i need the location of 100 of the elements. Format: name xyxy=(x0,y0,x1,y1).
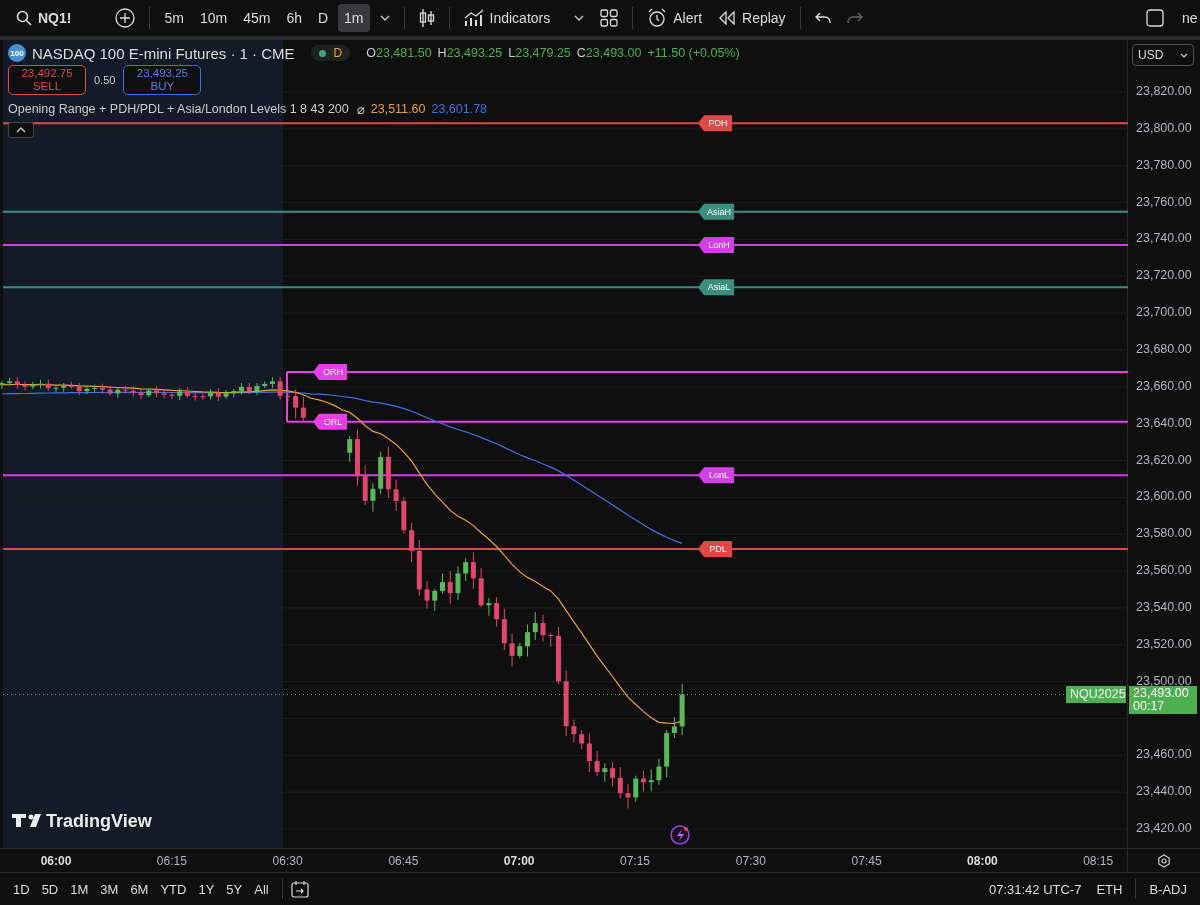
candle xyxy=(432,588,438,612)
interval-tab[interactable]: 6h xyxy=(280,4,308,32)
interval-tab[interactable]: D xyxy=(311,4,335,32)
price-label: 23,420.00 xyxy=(1136,821,1192,835)
time-label: 06:00 xyxy=(39,854,73,868)
sell-button[interactable]: 23,492.75 SELL xyxy=(8,65,86,95)
candle xyxy=(285,391,291,402)
indicator-name[interactable]: Opening Range + PDH/PDL + Asia/London Levels 1 8 43 200 xyxy=(8,102,349,117)
price-label: 23,700.00 xyxy=(1136,305,1192,320)
interval-tab[interactable]: 1m xyxy=(338,4,370,32)
candle xyxy=(633,775,639,803)
price-label: 23,520.00 xyxy=(1136,636,1192,651)
time-label: 06:30 xyxy=(271,854,304,868)
range-button[interactable]: 1D xyxy=(8,878,35,900)
level-tag: AsiaL xyxy=(698,279,734,296)
candle xyxy=(223,389,229,400)
candle xyxy=(246,382,252,395)
price-label: 23,680.00 xyxy=(1136,341,1192,356)
candle xyxy=(76,382,82,396)
level-tag: AsiaH xyxy=(698,203,734,220)
candle xyxy=(625,783,631,809)
session-label: D xyxy=(333,46,343,60)
time-label: 07:45 xyxy=(850,854,883,868)
time-label: 08:00 xyxy=(966,854,999,868)
range-button[interactable]: 5D xyxy=(36,878,64,900)
range-button[interactable]: 1M xyxy=(65,878,94,900)
ohlc-value: C23,493.00 xyxy=(576,46,642,60)
session-button[interactable]: ETH xyxy=(1091,878,1128,900)
candle xyxy=(563,670,569,737)
price-label: 23,580.00 xyxy=(1136,526,1192,541)
search-icon[interactable] xyxy=(16,10,32,26)
level-tag: LonL xyxy=(698,467,734,484)
range-button[interactable]: 1Y xyxy=(193,878,220,900)
range-button[interactable]: 6M xyxy=(125,878,154,900)
candle xyxy=(509,633,515,668)
candle xyxy=(401,496,407,534)
price-label: 23,460.00 xyxy=(1136,747,1192,762)
price-label: 23,440.00 xyxy=(1136,784,1192,799)
ohlc-value: O23,481.50 xyxy=(366,46,432,60)
symbol-title[interactable]: NASDAQ 100 E-mini Futures · 1 · CME xyxy=(32,44,295,62)
add-symbol-icon[interactable] xyxy=(115,8,136,28)
price-label: 23,640.00 xyxy=(1136,415,1192,430)
interval-tab[interactable]: 45m xyxy=(237,4,277,32)
candle xyxy=(0,380,5,390)
candle xyxy=(370,482,376,513)
candle xyxy=(571,719,577,744)
indicator-symbol: ⌀ xyxy=(356,102,365,117)
range-button[interactable]: 3M xyxy=(95,878,124,900)
time-label: 07:00 xyxy=(502,854,536,868)
candle xyxy=(231,388,237,398)
candle xyxy=(200,393,206,401)
buy-button[interactable]: 23,493.25 BUY xyxy=(123,65,202,95)
candle xyxy=(169,391,175,400)
caret-icon[interactable] xyxy=(574,15,585,21)
level-tag: LonH xyxy=(698,236,734,253)
adjustment-button[interactable]: B-ADJ xyxy=(1144,878,1192,900)
time-label: 06:45 xyxy=(387,854,420,868)
clock-time[interactable]: 07:31:42 UTC-7 xyxy=(988,881,1082,897)
candle xyxy=(540,614,546,642)
calendar-icon[interactable] xyxy=(290,880,309,898)
rewind-icon xyxy=(718,11,737,25)
replay-button[interactable]: Replay xyxy=(712,4,792,32)
alert-button[interactable]: Alert xyxy=(641,4,709,32)
symbol-name[interactable]: NQ1! xyxy=(38,10,72,26)
candle xyxy=(239,382,244,395)
candle xyxy=(656,758,662,786)
candlestick-icon[interactable] xyxy=(418,8,435,28)
account-name[interactable]: ne xyxy=(1182,10,1200,26)
layout-grid-icon[interactable] xyxy=(600,9,619,27)
currency-dropdown[interactable]: USD xyxy=(1132,44,1194,66)
status-dot-icon xyxy=(318,49,326,57)
ohlc-value: H23,493.25 xyxy=(437,46,503,60)
caret-icon xyxy=(1180,52,1188,58)
price-label: 23,620.00 xyxy=(1136,452,1192,467)
interval-tab[interactable]: 10m xyxy=(193,4,234,32)
price-label: 23,800.00 xyxy=(1136,120,1192,135)
candle xyxy=(362,465,368,506)
settings-icon[interactable] xyxy=(1157,853,1171,868)
candle xyxy=(254,382,260,396)
price-label: 23,720.00 xyxy=(1136,268,1192,283)
range-button[interactable]: 5Y xyxy=(221,878,248,900)
candle xyxy=(602,762,608,783)
indicators-button[interactable]: Indicators xyxy=(457,4,557,32)
collapse-button[interactable] xyxy=(8,122,34,138)
candle xyxy=(594,750,600,777)
range-button[interactable]: YTD xyxy=(155,878,192,900)
candle xyxy=(53,384,59,393)
interval-tab[interactable]: 5m xyxy=(158,4,190,32)
candle xyxy=(478,567,484,608)
candle xyxy=(447,570,453,605)
range-button[interactable]: All xyxy=(249,878,274,900)
candle xyxy=(192,391,198,401)
price-label: 23,540.00 xyxy=(1136,599,1192,614)
undo-icon[interactable] xyxy=(814,12,831,24)
time-label: 08:15 xyxy=(1082,854,1115,868)
lightning-icon[interactable] xyxy=(670,825,690,845)
price-label: 23,660.00 xyxy=(1136,378,1192,393)
square-icon[interactable] xyxy=(1146,9,1164,27)
candle xyxy=(161,388,167,399)
caret-icon[interactable] xyxy=(379,15,390,21)
